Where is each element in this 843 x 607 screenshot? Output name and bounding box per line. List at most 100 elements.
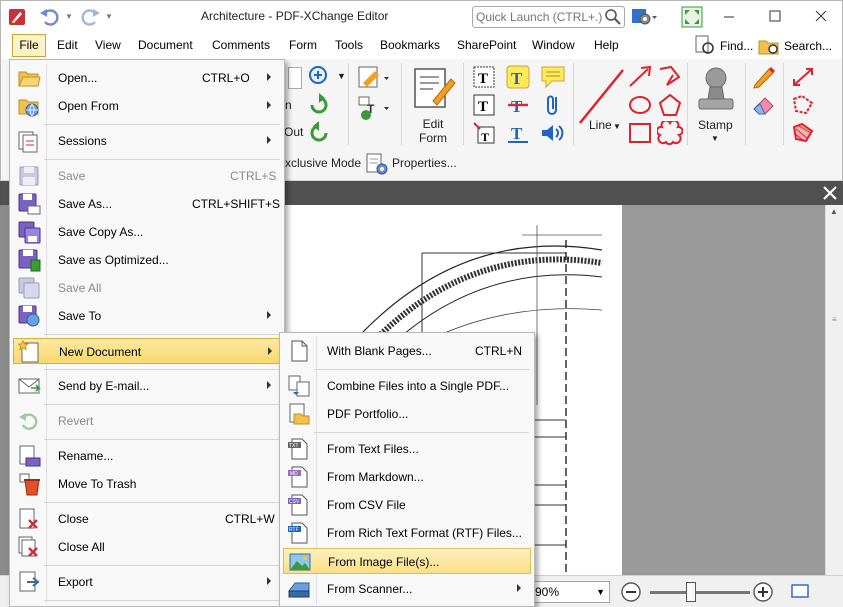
menu-help[interactable]: Help: [594, 38, 619, 52]
search-icon[interactable]: [604, 8, 622, 26]
area-tool-icon[interactable]: [790, 121, 816, 145]
quick-launch-input[interactable]: [476, 9, 602, 25]
perimeter-tool-icon[interactable]: [790, 93, 816, 117]
menu-item-move-to-trash[interactable]: Move To Trash: [13, 471, 281, 497]
zoom-in-icon[interactable]: [752, 581, 774, 603]
arrow-tool-icon[interactable]: [627, 65, 653, 89]
menu-item-rename[interactable]: Rename...: [13, 443, 281, 469]
fullscreen-icon[interactable]: [681, 6, 703, 28]
polyline-tool-icon[interactable]: [657, 65, 683, 89]
undo-dropdown-icon[interactable]: ▼: [65, 12, 73, 21]
polygon-tool-icon[interactable]: [657, 93, 683, 117]
email-icon: [18, 378, 41, 394]
window-close-icon[interactable]: [798, 1, 843, 32]
line-tool-caret[interactable]: ▼: [613, 122, 621, 131]
menu-item-label: With Blank Pages...: [327, 344, 432, 358]
redo-icon[interactable]: [79, 7, 101, 27]
oval-tool-icon[interactable]: [627, 93, 653, 117]
line-tool-label[interactable]: Line: [589, 118, 612, 132]
menu-item-save-as[interactable]: Save As... CTRL+SHIFT+S: [13, 191, 281, 217]
strikeout-icon[interactable]: T: [506, 93, 530, 117]
menu-item-from-text[interactable]: TXT From Text Files...: [283, 436, 531, 462]
form-tools-icon[interactable]: [357, 65, 391, 91]
edit-form-icon[interactable]: [411, 65, 457, 111]
rectangle-tool-icon[interactable]: [627, 121, 653, 145]
menu-form[interactable]: Form: [289, 38, 317, 52]
menu-bookmarks[interactable]: Bookmarks: [380, 38, 440, 52]
submenu-arrow-icon: [267, 73, 271, 81]
menu-edit[interactable]: Edit: [57, 38, 78, 52]
edit-form-label[interactable]: Edit Form: [413, 117, 453, 145]
options-gear-icon[interactable]: [631, 7, 659, 27]
attachment-icon[interactable]: [542, 93, 564, 117]
stamp-label[interactable]: Stamp: [698, 118, 733, 132]
menu-item-export[interactable]: Export: [13, 569, 281, 595]
zoom-level-select[interactable]: 90% ▼: [530, 581, 610, 603]
menu-item-new-document[interactable]: New Document: [13, 338, 281, 364]
menu-item-save-all[interactable]: Save All: [13, 275, 281, 301]
zoom-slider-track[interactable]: [650, 591, 750, 594]
close-document-icon[interactable]: [820, 183, 840, 203]
text-field-icon[interactable]: T: [472, 65, 496, 89]
menu-view[interactable]: View: [95, 38, 121, 52]
distance-tool-icon[interactable]: [790, 65, 816, 89]
menu-item-from-rtf[interactable]: RTF From Rich Text Format (RTF) Files...: [283, 520, 531, 546]
scroll-up-icon[interactable]: ▲: [830, 207, 838, 216]
callout-icon[interactable]: T: [472, 121, 496, 145]
menu-item-pdf-portfolio[interactable]: PDF Portfolio...: [283, 401, 531, 427]
minimize-icon[interactable]: [706, 1, 752, 32]
scroll-thumb-grip[interactable]: ≡: [832, 315, 837, 324]
menu-item-save-to[interactable]: Save To: [13, 303, 281, 329]
menu-item-close[interactable]: Close CTRL+W: [13, 506, 281, 532]
eraser-icon[interactable]: [751, 93, 777, 117]
menu-file[interactable]: File: [12, 34, 46, 57]
menu-item-revert[interactable]: Revert: [13, 408, 281, 434]
menu-item-save-optimized[interactable]: Save as Optimized...: [13, 247, 281, 273]
zoom-slider-thumb[interactable]: [686, 582, 696, 602]
page-layout-icon[interactable]: [790, 582, 812, 602]
add-field-icon[interactable]: T: [357, 95, 391, 121]
menu-item-send-email[interactable]: Send by E-mail...: [13, 373, 281, 399]
rotate-ccw-icon[interactable]: [307, 121, 331, 145]
menu-window[interactable]: Window: [532, 38, 575, 52]
quick-launch-box[interactable]: [472, 6, 625, 28]
menu-item-shortcut: CTRL+SHIFT+S: [192, 197, 281, 211]
zoom-tool-caret[interactable]: ▼: [337, 71, 346, 81]
typewriter-icon[interactable]: T: [506, 65, 530, 89]
properties-button[interactable]: Properties...: [392, 156, 457, 170]
menu-item-from-csv[interactable]: CSV From CSV File: [283, 492, 531, 518]
menu-item-from-markdown[interactable]: MD From Markdown...: [283, 464, 531, 490]
menu-item-open[interactable]: Open... CTRL+O: [13, 65, 281, 91]
zoom-out-icon[interactable]: [620, 581, 642, 603]
menu-item-save-copy-as[interactable]: Save Copy As...: [13, 219, 281, 245]
undo-icon[interactable]: [39, 7, 61, 27]
menu-item-close-all[interactable]: Close All: [13, 534, 281, 560]
menu-comments[interactable]: Comments: [212, 38, 270, 52]
menu-tools[interactable]: Tools: [335, 38, 363, 52]
underline-icon[interactable]: T: [506, 121, 530, 145]
redo-dropdown-icon[interactable]: ▼: [105, 12, 113, 21]
stamp-icon[interactable]: [695, 65, 737, 117]
menu-item-blank-pages[interactable]: With Blank Pages... CTRL+N: [283, 338, 531, 364]
menu-document[interactable]: Document: [138, 38, 193, 52]
text-box-icon[interactable]: T: [472, 93, 496, 117]
sticky-note-icon[interactable]: [540, 65, 566, 89]
stamp-caret[interactable]: ▼: [711, 134, 719, 143]
vertical-scrollbar[interactable]: ▲ ≡: [825, 205, 843, 575]
sound-icon[interactable]: [540, 121, 566, 145]
menu-item-from-scanner[interactable]: From Scanner...: [283, 576, 531, 602]
menu-item-combine-files[interactable]: Combine Files into a Single PDF...: [283, 373, 531, 399]
menu-item-from-image[interactable]: From Image File(s)...: [283, 548, 531, 574]
zoom-in-tool-icon[interactable]: [307, 65, 333, 89]
zoom-dropdown[interactable]: [288, 67, 302, 89]
menu-sharepoint[interactable]: SharePoint: [457, 38, 516, 52]
new-document-icon: [18, 340, 39, 363]
menu-item-open-from[interactable]: Open From: [13, 93, 281, 119]
pencil-icon[interactable]: [751, 65, 777, 89]
rotate-icon[interactable]: [307, 93, 331, 117]
exclusive-mode-button[interactable]: xclusive Mode: [285, 156, 361, 170]
cloud-tool-icon[interactable]: [657, 121, 683, 145]
menu-item-sessions[interactable]: Sessions: [13, 128, 281, 154]
menu-item-save[interactable]: Save CTRL+S: [13, 163, 281, 189]
maximize-icon[interactable]: [752, 1, 798, 32]
